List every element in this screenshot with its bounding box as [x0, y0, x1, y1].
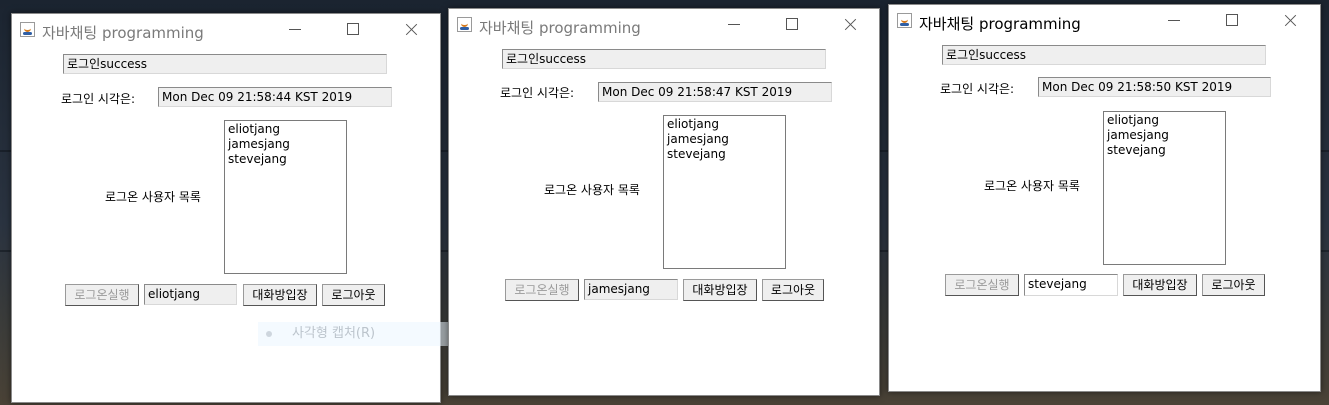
login-status-field: 로그인success	[502, 49, 826, 69]
enter-chat-room-button[interactable]: 대화방입장	[683, 279, 757, 301]
logon-button[interactable]: 로그온실행	[65, 284, 139, 306]
maximize-icon[interactable]	[330, 14, 376, 44]
logon-button[interactable]: 로그온실행	[505, 279, 579, 301]
enter-chat-room-button[interactable]: 대화방입장	[1123, 274, 1197, 296]
username-field[interactable]: eliotjang	[144, 284, 237, 305]
list-item[interactable]: jamesjang	[228, 137, 343, 152]
login-time-label: 로그인 시각은:	[500, 86, 575, 100]
java-app-icon	[457, 17, 472, 32]
logout-button[interactable]: 로그아웃	[322, 284, 385, 306]
online-users-label: 로그온 사용자 목록	[544, 183, 640, 197]
logon-button[interactable]: 로그온실행	[945, 274, 1019, 296]
logout-button[interactable]: 로그아웃	[762, 279, 824, 301]
minimize-icon[interactable]	[711, 9, 757, 39]
minimize-icon[interactable]	[1151, 5, 1197, 35]
chat-client-window-3: 자바채팅 programming 로그인success 로그인 시각은: Mon…	[888, 4, 1321, 392]
list-item[interactable]: stevejang	[228, 152, 343, 167]
username-field[interactable]: stevejang	[1024, 274, 1118, 296]
java-app-icon	[20, 22, 35, 37]
java-app-icon	[897, 13, 912, 28]
online-users-list[interactable]: eliotjang jamesjang stevejang	[1103, 111, 1226, 265]
list-item[interactable]: jamesjang	[1107, 128, 1222, 143]
title-bar[interactable]: 자바채팅 programming	[12, 14, 440, 46]
list-item[interactable]: stevejang	[667, 147, 782, 162]
close-icon[interactable]	[1267, 5, 1313, 35]
logout-button[interactable]: 로그아웃	[1202, 274, 1265, 296]
login-time-field: Mon Dec 09 21:58:47 KST 2019	[598, 82, 832, 102]
enter-chat-room-button[interactable]: 대화방입장	[243, 284, 317, 306]
list-item[interactable]: eliotjang	[228, 122, 343, 137]
login-time-label: 로그인 시각은:	[940, 82, 1015, 96]
login-status-field: 로그인success	[63, 54, 387, 74]
username-field[interactable]: jamesjang	[584, 279, 678, 300]
login-time-field: Mon Dec 09 21:58:44 KST 2019	[158, 87, 392, 107]
list-item[interactable]: jamesjang	[667, 132, 782, 147]
capture-menu-label: 사각형 캡처(R)	[292, 326, 376, 341]
login-time-field: Mon Dec 09 21:58:50 KST 2019	[1038, 77, 1271, 97]
window-title: 자바채팅 programming	[42, 24, 204, 42]
login-time-label: 로그인 시각은:	[61, 92, 136, 106]
close-icon[interactable]	[388, 14, 434, 44]
chat-client-window-2: 자바채팅 programming 로그인success 로그인 시각은: Mon…	[448, 8, 880, 396]
login-status-field: 로그인success	[942, 45, 1266, 65]
online-users-label: 로그온 사용자 목록	[984, 179, 1080, 193]
screen-capture-menu-item[interactable]: 사각형 캡처(R)	[258, 322, 468, 346]
maximize-icon[interactable]	[769, 9, 815, 39]
online-users-label: 로그온 사용자 목록	[105, 190, 201, 204]
window-title: 자바채팅 programming	[919, 15, 1081, 33]
list-item[interactable]: stevejang	[1107, 143, 1222, 158]
list-item[interactable]: eliotjang	[1107, 113, 1222, 128]
list-item[interactable]: eliotjang	[667, 117, 782, 132]
online-users-list[interactable]: eliotjang jamesjang stevejang	[663, 115, 786, 269]
maximize-icon[interactable]	[1209, 5, 1255, 35]
close-icon[interactable]	[827, 9, 873, 39]
minimize-icon[interactable]	[272, 14, 318, 44]
window-title: 자바채팅 programming	[479, 19, 641, 37]
capture-bullet-icon	[266, 331, 272, 337]
title-bar[interactable]: 자바채팅 programming	[889, 5, 1320, 37]
online-users-list[interactable]: eliotjang jamesjang stevejang	[224, 120, 347, 274]
title-bar[interactable]: 자바채팅 programming	[449, 9, 879, 41]
